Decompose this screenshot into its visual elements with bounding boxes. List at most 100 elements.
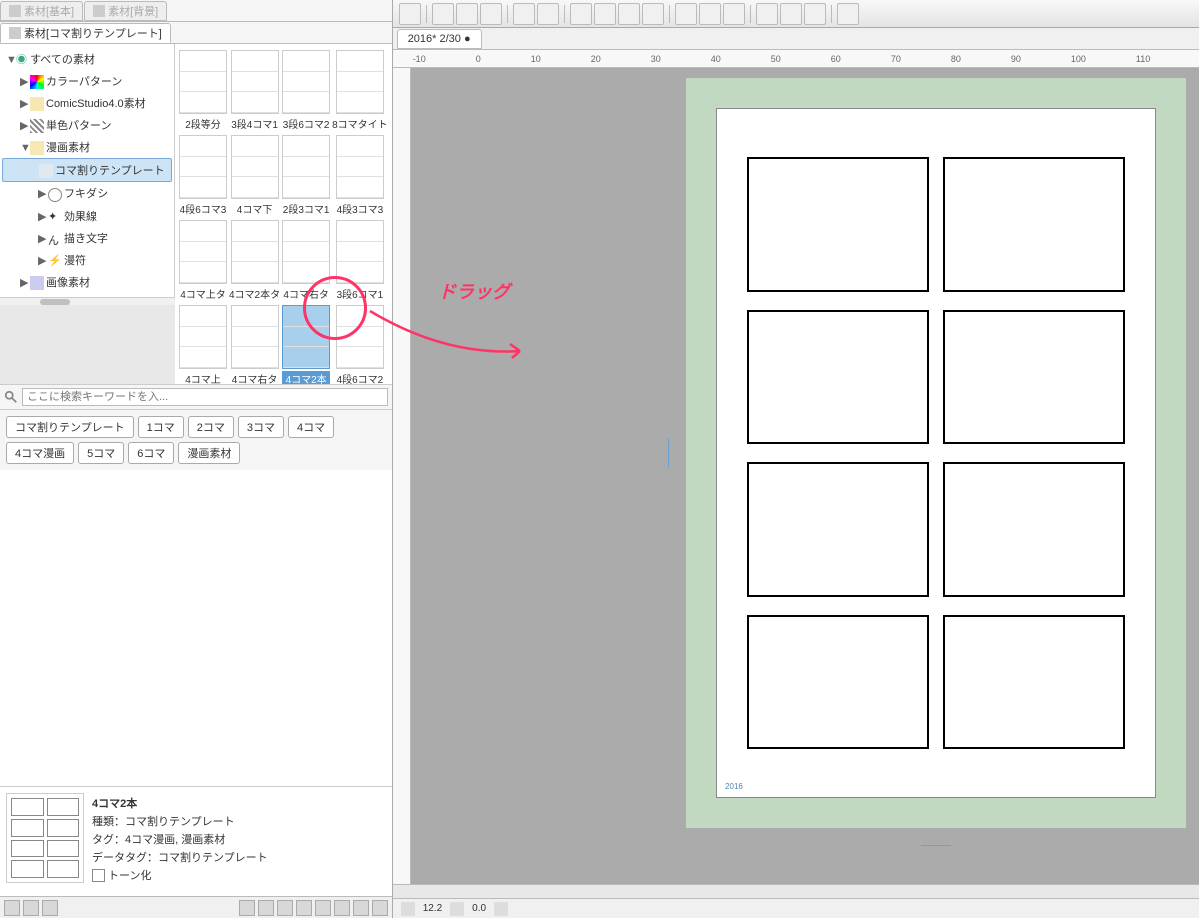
list-icon[interactable]: [296, 900, 312, 916]
thumbnail-item[interactable]: 4コマ2本タ: [229, 218, 280, 301]
tree-all[interactable]: ▼◉ すべての素材: [2, 48, 172, 70]
meta-thumbnail: [6, 793, 84, 883]
tag-button[interactable]: 6コマ: [128, 442, 174, 464]
thumbnail-item[interactable]: 2段3コマ1: [282, 133, 330, 216]
zoom-icon[interactable]: [450, 902, 464, 916]
left-bottom-bar: [0, 896, 392, 918]
tag-button[interactable]: コマ割りテンプレート: [6, 416, 134, 438]
tag-button[interactable]: 3コマ: [238, 416, 284, 438]
doc-tab[interactable]: 2016* 2/30 ●: [397, 29, 482, 49]
thumbnail-item[interactable]: 4コマ2本: [282, 303, 330, 384]
folder-icon: [30, 97, 44, 111]
meta-type: 種類：コマ割りテンプレート: [92, 813, 268, 829]
comic-frame[interactable]: [747, 462, 929, 597]
snap-icon[interactable]: [756, 3, 778, 25]
thumbnail-grid[interactable]: 2段等分3段4コマ13段6コマ28コマタイト4段6コマ34コマ下2段3コマ14段…: [175, 44, 392, 384]
meta-datatag: データタグ：コマ割りテンプレート: [92, 849, 268, 865]
crop-icon[interactable]: [594, 3, 616, 25]
rotate-icon[interactable]: [494, 902, 508, 916]
grid-icon[interactable]: [699, 3, 721, 25]
paste-icon[interactable]: [4, 900, 20, 916]
thumbnail-item[interactable]: 3段6コマ1: [332, 218, 388, 301]
display-icon[interactable]: [837, 3, 859, 25]
thumbnail-item[interactable]: 3段4コマ1: [229, 48, 280, 131]
select-icon[interactable]: [570, 3, 592, 25]
tree-image[interactable]: ▶画像素材: [2, 271, 172, 293]
trash-icon[interactable]: [372, 900, 388, 916]
tab-icon: [93, 5, 105, 17]
effect-icon: ✦: [48, 210, 62, 224]
scrollbar-horizontal[interactable]: [393, 884, 1199, 898]
image-icon: [30, 276, 44, 290]
hand-icon[interactable]: [401, 902, 415, 916]
open-icon[interactable]: [456, 3, 478, 25]
comic-frame[interactable]: [943, 462, 1125, 597]
comic-frame[interactable]: [747, 310, 929, 445]
material-tabs-2: 素材[コマ割りテンプレート]: [0, 22, 392, 44]
tag-button[interactable]: 5コマ: [78, 442, 124, 464]
swirl-icon[interactable]: [399, 3, 421, 25]
tree-effect[interactable]: ▶✦効果線: [2, 205, 172, 227]
tag-button[interactable]: 2コマ: [188, 416, 234, 438]
thumbnail-item[interactable]: 4段6コマ2: [332, 303, 388, 384]
comic-frame[interactable]: [943, 310, 1125, 445]
tree-color[interactable]: ▶カラーパターン: [2, 70, 172, 92]
thumbnail-item[interactable]: 4コマ上タ: [179, 218, 227, 301]
menu-icon[interactable]: [334, 900, 350, 916]
thumbnail-item[interactable]: 3段6コマ2: [282, 48, 330, 131]
tab-template[interactable]: 素材[コマ割りテンプレート]: [0, 23, 171, 43]
thumbnail-item[interactable]: 4コマ右タ: [282, 218, 330, 301]
canvas[interactable]: 2016: [411, 68, 1199, 884]
paper[interactable]: 2016: [716, 108, 1156, 798]
view-icon[interactable]: [239, 900, 255, 916]
material-tree[interactable]: ▼◉ すべての素材 ▶カラーパターン ▶ComicStudio4.0素材 ▶単色…: [0, 44, 175, 297]
tag-button[interactable]: 4コマ: [288, 416, 334, 438]
tree-balloon[interactable]: ▶フキダシ: [2, 182, 172, 204]
comic-frame[interactable]: [747, 615, 929, 750]
list-icon[interactable]: [315, 900, 331, 916]
status-angle: 0.0: [472, 903, 486, 914]
tree-comic[interactable]: ▶ComicStudio4.0素材: [2, 92, 172, 114]
meta-tone-check[interactable]: トーン化: [92, 867, 268, 883]
redo-icon[interactable]: [537, 3, 559, 25]
tab-basic[interactable]: 素材[基本]: [0, 1, 83, 21]
tree-manpu[interactable]: ▶⚡漫符: [2, 249, 172, 271]
transform-icon[interactable]: [618, 3, 640, 25]
comic-frame[interactable]: [943, 615, 1125, 750]
ruler-horizontal: -100102030405060708090100110120130140150…: [393, 50, 1199, 68]
guide-icon[interactable]: [723, 3, 745, 25]
tab-bg[interactable]: 素材[背景]: [84, 1, 167, 21]
ruler-icon[interactable]: [675, 3, 697, 25]
tag-button[interactable]: 1コマ: [138, 416, 184, 438]
tree-frame-template[interactable]: コマ割りテンプレート: [2, 158, 172, 182]
grid-icon[interactable]: [277, 900, 293, 916]
grid-icon[interactable]: [258, 900, 274, 916]
comic-frame[interactable]: [747, 157, 929, 292]
new-icon[interactable]: [432, 3, 454, 25]
thumbnail-item[interactable]: 4コマ上: [179, 303, 227, 384]
balloon-icon: [48, 188, 62, 202]
snap-icon[interactable]: [804, 3, 826, 25]
thumbnail-item[interactable]: 4段3コマ3: [332, 133, 388, 216]
thumbnail-item[interactable]: 4段6コマ3: [179, 133, 227, 216]
folder-icon[interactable]: [23, 900, 39, 916]
expand-icon[interactable]: [642, 3, 664, 25]
tree-mono[interactable]: ▶単色パターン: [2, 114, 172, 136]
tag-button[interactable]: 4コマ漫画: [6, 442, 74, 464]
thumbnail-item[interactable]: 2段等分: [179, 48, 227, 131]
tree-drawn[interactable]: ▶ん描き文字: [2, 227, 172, 249]
meta-name: 4コマ2本: [92, 795, 268, 811]
undo-icon[interactable]: [513, 3, 535, 25]
star-icon[interactable]: [42, 900, 58, 916]
tree-manga[interactable]: ▼漫画素材: [2, 136, 172, 158]
thumbnail-item[interactable]: 4コマ右タ: [229, 303, 280, 384]
snap-icon[interactable]: [780, 3, 802, 25]
thumbnail-item[interactable]: 4コマ下: [229, 133, 280, 216]
comic-frame[interactable]: [943, 157, 1125, 292]
tree-scrollbar[interactable]: [0, 297, 175, 305]
search-input[interactable]: [22, 388, 388, 406]
save-icon[interactable]: [480, 3, 502, 25]
thumbnail-item[interactable]: 8コマタイト: [332, 48, 388, 131]
menu-icon[interactable]: [353, 900, 369, 916]
tag-button[interactable]: 漫画素材: [178, 442, 240, 464]
